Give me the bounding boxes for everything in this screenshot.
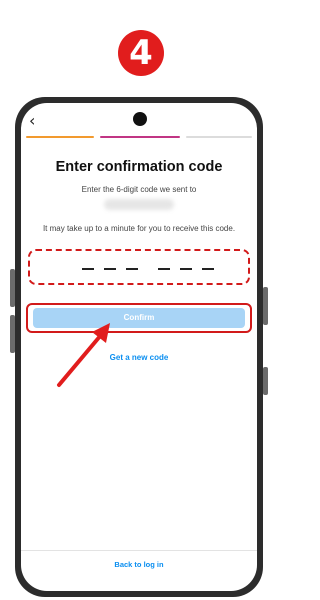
back-to-login-link[interactable]: Back to log in (21, 560, 257, 569)
divider (21, 550, 257, 551)
phone-side-button (263, 287, 268, 325)
phone-side-button (263, 367, 268, 395)
phone-screen: ‹ Enter confirmation code Enter the 6-di… (21, 103, 257, 591)
phone-frame: ‹ Enter confirmation code Enter the 6-di… (10, 97, 268, 597)
pointer-arrow-icon (57, 323, 110, 387)
step-number-badge: 4 (118, 30, 164, 76)
get-new-code-link[interactable]: Get a new code (21, 353, 257, 362)
phone-side-button (10, 269, 15, 307)
phone-side-button (10, 315, 15, 353)
